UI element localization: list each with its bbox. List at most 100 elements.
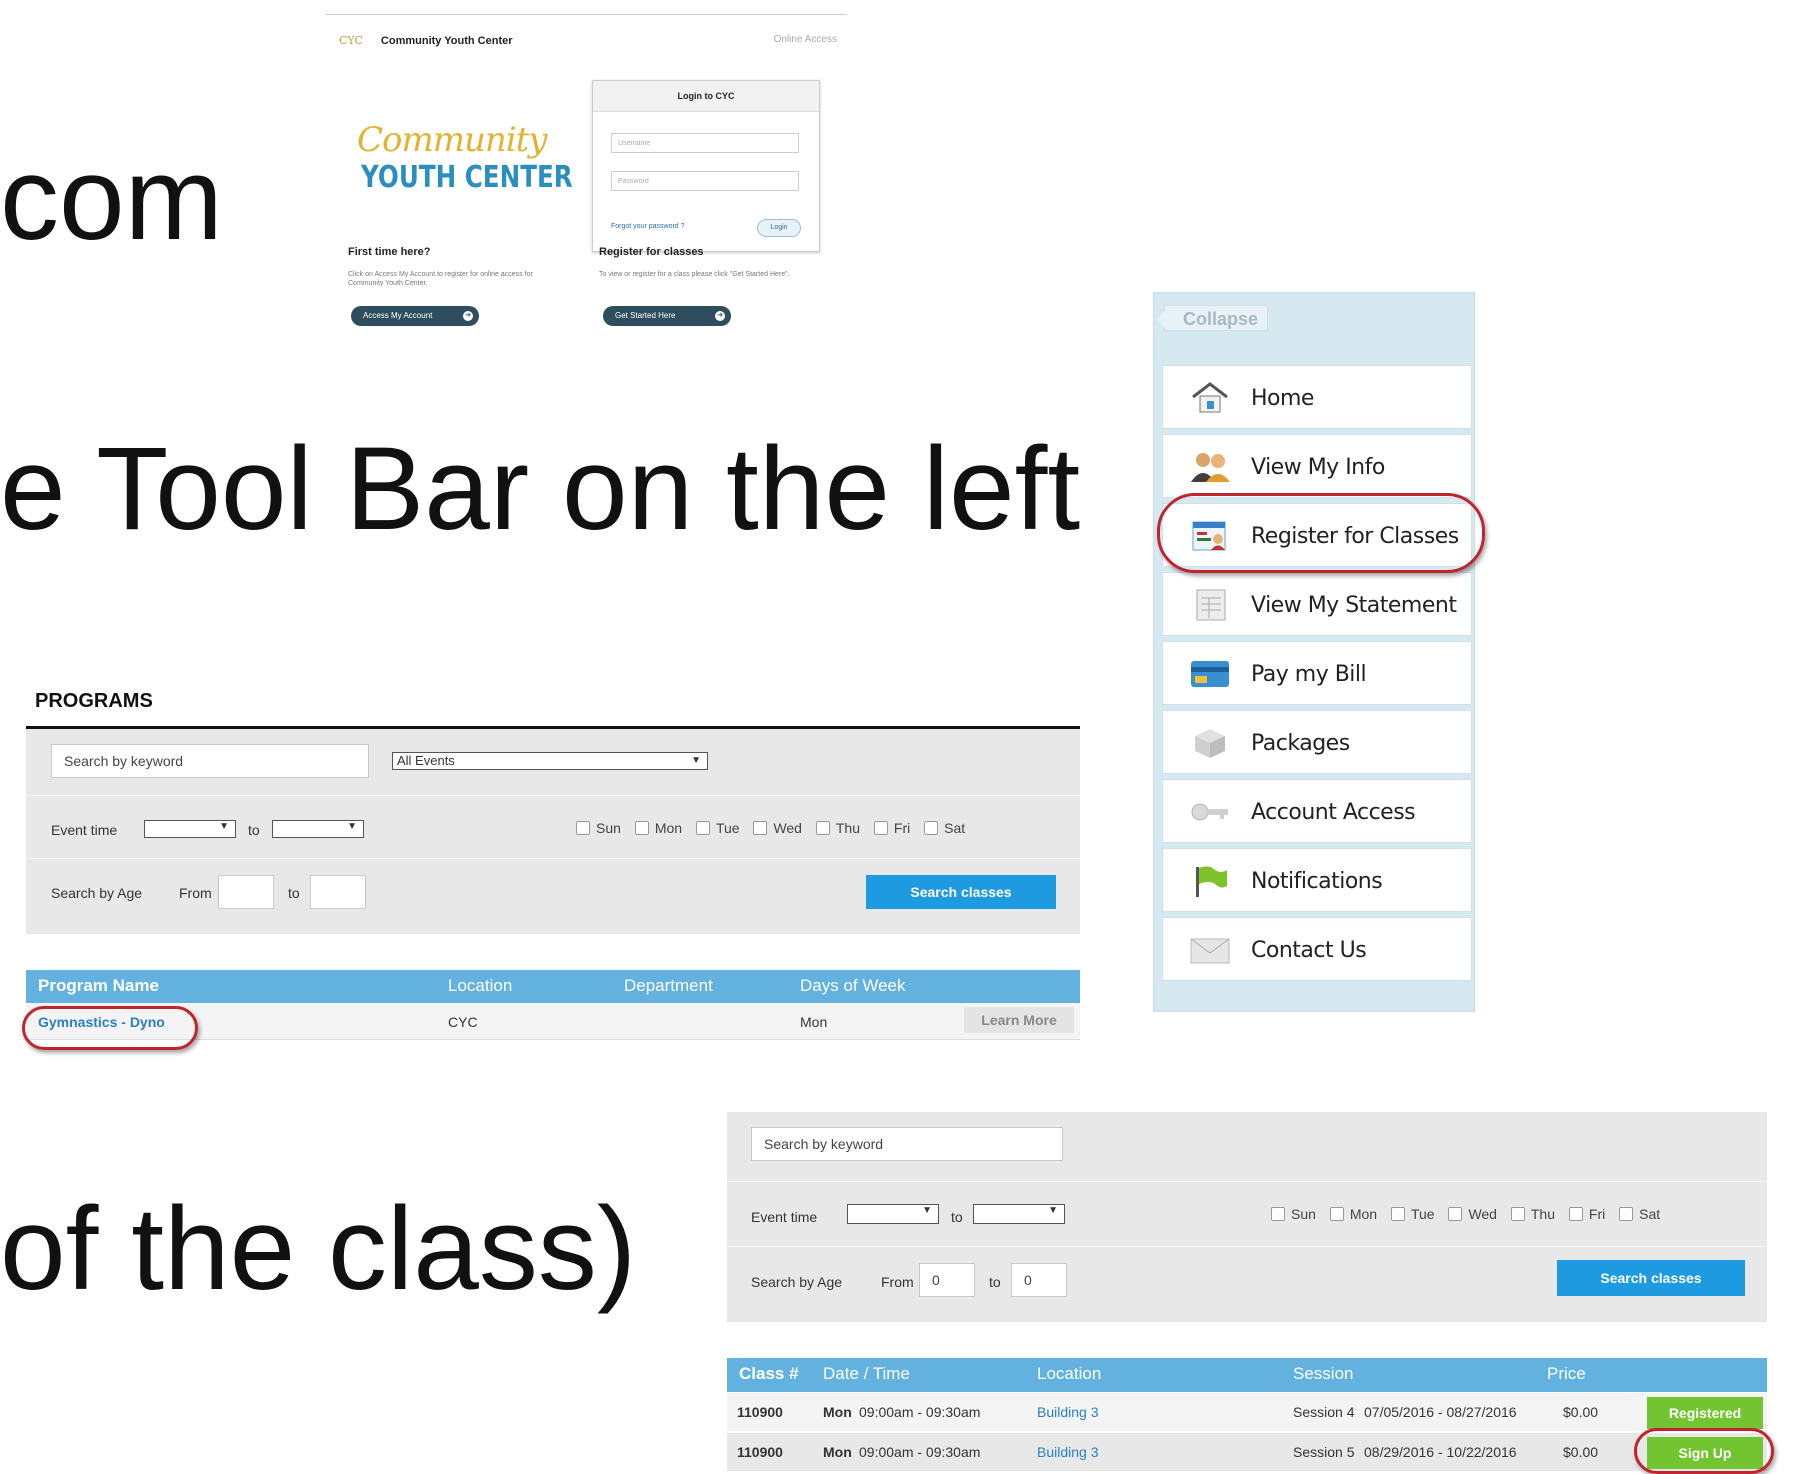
to-label: to: [248, 822, 260, 838]
age-from-input[interactable]: 0: [919, 1263, 975, 1297]
table-row: 110900 Mon 09:00am - 09:30am Building 3 …: [727, 1393, 1767, 1431]
users-icon: [1191, 453, 1230, 482]
checkbox-sun[interactable]: [576, 821, 590, 835]
logo-youth-center: YOUTH CENTER: [361, 160, 573, 195]
register-text: To view or register for a class please c…: [599, 271, 790, 278]
day-checkboxes: Sun Mon Tue Wed Thu Fri Sat: [566, 820, 965, 836]
age-to-input[interactable]: 0: [1011, 1263, 1067, 1297]
col-program-name: Program Name: [38, 976, 159, 995]
dropdown-arrow-icon: ▼: [347, 821, 357, 832]
online-access-label: Online Access: [773, 34, 837, 45]
to-label: to: [989, 1274, 1001, 1290]
checkbox-thu[interactable]: [1510, 1207, 1525, 1221]
to-label: to: [288, 885, 300, 901]
event-time-from-select[interactable]: ▼: [847, 1204, 939, 1224]
col-class-number: Class #: [739, 1364, 799, 1383]
registered-button[interactable]: Registered: [1647, 1397, 1763, 1429]
logo-community: Community: [357, 120, 548, 160]
credit-card-icon: [1191, 661, 1229, 687]
dropdown-arrow-icon: ▼: [691, 755, 701, 766]
col-session: Session: [1293, 1364, 1354, 1383]
from-label: From: [881, 1274, 914, 1290]
sidebar-item-pay-my-bill[interactable]: Pay my Bill: [1162, 641, 1472, 705]
age-to-input[interactable]: [310, 875, 366, 909]
col-price: Price: [1547, 1364, 1586, 1383]
checkbox-wed[interactable]: [753, 821, 768, 835]
sidebar-item-notifications[interactable]: Notifications: [1162, 848, 1472, 912]
checkbox-thu[interactable]: [815, 821, 830, 835]
arrow-right-icon: ➔: [463, 311, 473, 321]
checkbox-sun[interactable]: [1271, 1207, 1285, 1221]
search-classes-button[interactable]: Search classes: [1557, 1260, 1745, 1296]
flag-icon: [1196, 866, 1227, 897]
age-from-input[interactable]: [218, 875, 274, 909]
forgot-password-link[interactable]: Forgot your password ?: [611, 223, 685, 230]
arrow-right-icon: ➔: [715, 311, 725, 321]
checkbox-mon[interactable]: [1329, 1207, 1344, 1221]
dropdown-arrow-icon: ▼: [219, 821, 229, 832]
col-days-of-week: Days of Week: [800, 976, 906, 995]
sidebar-toolbar: Collapse Home View My Info Register for …: [1153, 292, 1475, 1012]
login-box: Login to CYC Username Password Forgot yo…: [592, 80, 820, 252]
learn-more-button[interactable]: Learn More: [964, 1007, 1074, 1033]
search-keyword-input[interactable]: Search by keyword: [751, 1127, 1063, 1161]
col-department: Department: [624, 976, 713, 995]
access-my-account-button[interactable]: Access My Account ➔: [351, 306, 479, 326]
checkbox-mon[interactable]: [634, 821, 649, 835]
checkbox-sat[interactable]: [1619, 1207, 1634, 1221]
checkbox-tue[interactable]: [695, 821, 710, 835]
sidebar-item-account-access[interactable]: Account Access: [1162, 779, 1472, 843]
event-time-to-select[interactable]: ▼: [272, 820, 364, 838]
sidebar-item-home[interactable]: Home: [1162, 365, 1472, 429]
login-header-brand: CYC Community Youth Center: [339, 34, 513, 47]
highlight-ring-sign-up: [1634, 1428, 1774, 1474]
slide-text-fragment-1: com: [0, 133, 223, 265]
program-days: Mon: [800, 1014, 828, 1030]
location-link[interactable]: Building 3: [1037, 1404, 1099, 1420]
password-input[interactable]: Password: [611, 171, 799, 191]
event-time-from-select[interactable]: ▼: [144, 820, 236, 838]
checkbox-sat[interactable]: [924, 821, 939, 835]
login-box-title: Login to CYC: [593, 81, 819, 112]
highlight-ring-register: [1157, 493, 1485, 573]
checkbox-fri[interactable]: [1568, 1207, 1583, 1221]
checkbox-tue[interactable]: [1390, 1207, 1405, 1221]
checkbox-fri[interactable]: [873, 821, 888, 835]
envelope-icon: [1190, 938, 1230, 964]
day-checkboxes: Sun Mon Tue Wed Thu Fri Sat: [1261, 1206, 1660, 1222]
sidebar-item-view-my-statement[interactable]: View My Statement: [1162, 572, 1472, 636]
col-date-time: Date / Time: [823, 1364, 910, 1383]
slide-text-fragment-3: of the class): [0, 1183, 637, 1315]
search-classes-button[interactable]: Search classes: [866, 875, 1056, 909]
login-screen: CYC Community Youth Center Online Access …: [325, 8, 847, 333]
collapse-button[interactable]: Collapse: [1157, 305, 1268, 331]
first-time-heading: First time here?: [348, 246, 431, 258]
col-location: Location: [448, 976, 513, 995]
location-link[interactable]: Building 3: [1037, 1444, 1099, 1460]
event-time-to-select[interactable]: ▼: [973, 1204, 1065, 1224]
package-icon: [1195, 729, 1225, 758]
statement-icon: [1196, 589, 1226, 621]
program-location: CYC: [448, 1014, 478, 1030]
sidebar-item-contact-us[interactable]: Contact Us: [1162, 917, 1472, 981]
programs-search-panel: Search by keyword All Events ▼ Event time…: [26, 726, 1080, 934]
username-input[interactable]: Username: [611, 133, 799, 153]
event-time-label: Event time: [751, 1209, 818, 1225]
from-label: From: [179, 885, 212, 901]
get-started-button[interactable]: Get Started Here ➔: [603, 306, 731, 326]
programs-title: PROGRAMS: [35, 690, 153, 712]
slide-text-fragment-2: e Tool Bar on the left: [0, 423, 1081, 555]
sidebar-item-view-my-info[interactable]: View My Info: [1162, 434, 1472, 498]
checkbox-wed[interactable]: [1448, 1207, 1463, 1221]
to-label: to: [951, 1209, 963, 1225]
highlight-ring-program: [22, 1006, 198, 1050]
event-time-label: Event time: [51, 822, 118, 838]
col-location: Location: [1037, 1364, 1102, 1383]
sidebar-item-packages[interactable]: Packages: [1162, 710, 1472, 774]
home-icon: [1192, 382, 1228, 413]
search-keyword-input[interactable]: Search by keyword: [51, 744, 369, 778]
first-time-text: Click on Access My Account to register f…: [348, 271, 533, 287]
login-button[interactable]: Login: [757, 219, 801, 237]
classes-table-header: Class # Date / Time Location Session Pri…: [727, 1358, 1767, 1392]
events-select[interactable]: All Events ▼: [392, 752, 708, 770]
